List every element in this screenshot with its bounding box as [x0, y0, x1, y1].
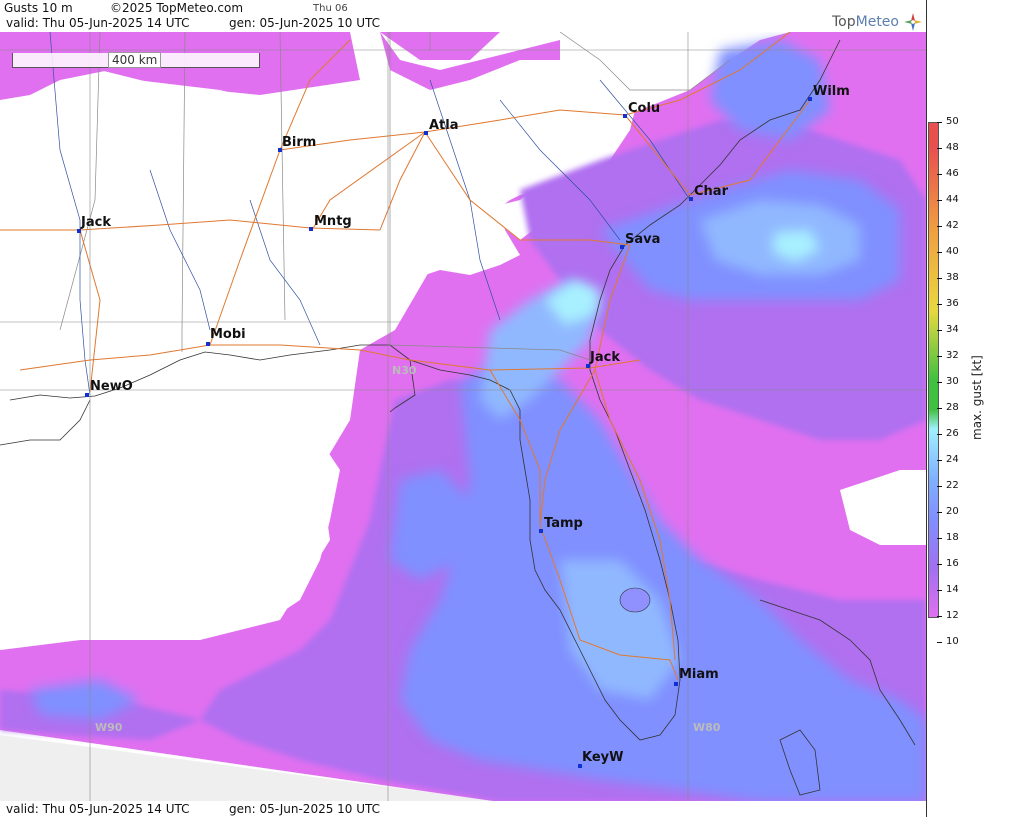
legend-tick-mark — [937, 460, 942, 461]
legend-tick-mark — [937, 278, 942, 279]
footer-valid-time: valid: Thu 05-Jun-2025 14 UTC — [6, 802, 190, 816]
legend-tick-label: 40 — [946, 246, 959, 257]
legend-tick-mark — [937, 538, 942, 539]
legend-tick-label: 50 — [946, 116, 959, 127]
lake-okeechobee — [619, 587, 651, 613]
compass-icon — [904, 13, 923, 31]
city-label-colu: Colu — [628, 101, 661, 116]
legend-tick-mark — [937, 590, 942, 591]
legend-tick-label: 14 — [946, 584, 959, 595]
legend-tick-label: 42 — [946, 220, 959, 231]
legend-tick-label: 48 — [946, 142, 959, 153]
color-scale-bar — [928, 122, 939, 618]
city-marker — [674, 682, 678, 686]
legend-tick-label: 46 — [946, 168, 959, 179]
city-label-birm: Birm — [282, 135, 317, 150]
legend-tick-mark — [937, 434, 942, 435]
city-label-tamp: Tamp — [544, 516, 583, 531]
legend-tick-mark — [937, 304, 942, 305]
legend-tick-label: 36 — [946, 298, 959, 309]
city-marker — [85, 393, 89, 397]
legend-tick-label: 32 — [946, 350, 959, 361]
city-marker — [539, 529, 543, 533]
lon-label-w80: W80 — [693, 721, 721, 734]
legend-tick-label: 20 — [946, 506, 959, 517]
city-label-jack-fl: Jack — [590, 350, 620, 365]
city-label-newo: NewO — [90, 379, 133, 394]
map-frame: Gusts 10 m ©2025 TopMeteo.com Thu 06 val… — [0, 0, 1017, 817]
lon-label-w90: W90 — [95, 721, 123, 734]
topmeteo-logo: TopMeteo — [832, 12, 923, 32]
city-marker — [689, 197, 693, 201]
city-label-jack-ms: Jack — [81, 215, 111, 230]
scale-label: 400 km — [108, 52, 162, 68]
city-label-wilm: Wilm — [813, 84, 850, 99]
city-label-char: Char — [694, 184, 728, 199]
legend-tick-mark — [937, 408, 942, 409]
legend-tick-label: 22 — [946, 480, 959, 491]
copyright-text: ©2025 TopMeteo.com — [110, 1, 244, 15]
legend-tick-label: 28 — [946, 402, 959, 413]
city-label-sava: Sava — [625, 232, 661, 247]
generated-time: gen: 05-Jun-2025 10 UTC — [229, 16, 381, 30]
legend-tick-label: 12 — [946, 610, 959, 621]
city-marker — [623, 114, 627, 118]
legend-tick-label: 10 — [946, 636, 959, 647]
legend-tick-mark — [937, 564, 942, 565]
legend-tick-label: 30 — [946, 376, 959, 387]
footer-bar: valid: Thu 05-Jun-2025 14 UTC gen: 05-Ju… — [0, 801, 926, 817]
logo-text-top: Top — [832, 14, 856, 30]
city-label-mntg: Mntg — [314, 214, 352, 229]
legend-tick-label: 18 — [946, 532, 959, 543]
legend-tick-label: 34 — [946, 324, 959, 335]
city-marker — [620, 245, 624, 249]
legend-tick-mark — [937, 616, 942, 617]
city-label-keyw: KeyW — [582, 750, 624, 765]
logo-text-meteo: Meteo — [855, 14, 899, 30]
city-marker — [309, 227, 313, 231]
city-label-miam: Miam — [679, 667, 719, 682]
lat-label-n30: N30 — [392, 364, 417, 377]
city-marker — [206, 342, 210, 346]
legend-tick-mark — [937, 200, 942, 201]
city-marker — [808, 97, 812, 101]
city-marker — [424, 131, 428, 135]
legend-tick-mark — [937, 486, 942, 487]
valid-time: valid: Thu 05-Jun-2025 14 UTC — [6, 16, 190, 30]
city-label-mobi: Mobi — [210, 327, 246, 342]
legend-tick-label: 44 — [946, 194, 959, 205]
next-day-label: Thu 06 — [313, 3, 348, 14]
legend-tick-mark — [937, 356, 942, 357]
legend-tick-mark — [937, 512, 942, 513]
legend-tick-mark — [937, 382, 942, 383]
legend-tick-mark — [937, 642, 942, 643]
legend-tick-mark — [937, 122, 942, 123]
legend-tick-label: 24 — [946, 454, 959, 465]
city-label-atla: Atla — [429, 118, 459, 133]
legend-tick-label: 16 — [946, 558, 959, 569]
legend-tick-mark — [937, 226, 942, 227]
legend-tick-mark — [937, 252, 942, 253]
legend-title: max. gust [kt] — [970, 355, 984, 440]
legend-tick-mark — [937, 148, 942, 149]
legend-tick-mark — [937, 174, 942, 175]
legend-tick-label: 26 — [946, 428, 959, 439]
footer-generated-time: gen: 05-Jun-2025 10 UTC — [229, 802, 381, 816]
legend-tick-label: 38 — [946, 272, 959, 283]
gust-map — [0, 32, 926, 802]
product-title: Gusts 10 m — [4, 1, 73, 15]
legend-tick-mark — [937, 330, 942, 331]
